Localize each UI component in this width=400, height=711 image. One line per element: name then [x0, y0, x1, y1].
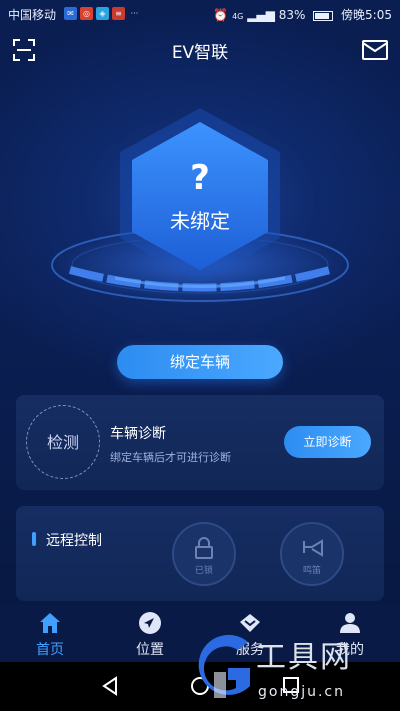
home-icon — [40, 613, 60, 633]
more-icon: ··· — [130, 9, 139, 18]
message-icon[interactable] — [362, 40, 388, 60]
tab-location[interactable]: 位置 — [100, 605, 200, 662]
lock-label: 已锁 — [194, 566, 213, 576]
signal-icon: ▂▄▆ — [247, 8, 275, 22]
unknown-icon: ? — [190, 158, 210, 198]
lock-button[interactable]: 已锁 — [172, 522, 236, 586]
map-icon: ◈ — [96, 7, 109, 20]
diagnosis-card: 检测 车辆诊断 绑定车辆后才可进行诊断 立即诊断 — [16, 395, 384, 490]
page-title: EV智联 — [171, 43, 229, 63]
horn-button[interactable]: 鸣笛 — [280, 522, 344, 586]
mail-icon: ✉ — [64, 7, 77, 20]
back-icon[interactable] — [100, 676, 120, 696]
remote-control-card: 远程控制 已锁 鸣笛 — [16, 506, 384, 601]
diagnose-now-button[interactable]: 立即诊断 — [284, 426, 371, 458]
bind-status-label: 未绑定 — [170, 209, 230, 233]
news-icon: ≡ — [112, 7, 125, 20]
lock-icon — [195, 537, 213, 559]
clock-label: 傍晚5:05 — [341, 8, 392, 22]
diagnosis-title: 车辆诊断 — [110, 426, 166, 442]
battery-label: 83% — [278, 8, 306, 22]
battery-icon — [313, 10, 334, 21]
status-bar: 中国移动 ✉ ◎ ◈ ≡ ··· ⏰ 4G ▂▄▆ 83% 傍晚5:05 — [0, 0, 400, 28]
watermark-logo — [198, 634, 250, 698]
diagnosis-ring: 检测 — [26, 405, 100, 479]
watermark-text: 工具网 — [256, 640, 352, 675]
remote-control-title: 远程控制 — [46, 533, 102, 549]
horn-icon — [303, 539, 323, 557]
tab-home[interactable]: 首页 — [0, 605, 100, 662]
tab-home-label: 首页 — [36, 642, 64, 658]
bind-vehicle-button[interactable]: 绑定车辆 — [117, 345, 283, 379]
horn-label: 鸣笛 — [302, 566, 321, 576]
alarm-icon: ⏰ — [213, 8, 229, 22]
location-icon — [139, 612, 161, 634]
watermark-url: gongju.cn — [258, 684, 345, 700]
diagnosis-subtitle: 绑定车辆后才可进行诊断 — [110, 451, 231, 464]
carrier-label: 中国移动 — [8, 8, 57, 22]
network-label: 4G — [232, 12, 244, 21]
tab-location-label: 位置 — [136, 642, 164, 658]
watermark: 工具网 gongju.cn — [190, 628, 400, 711]
section-marker — [32, 532, 36, 546]
ring-icon: ◎ — [80, 7, 93, 20]
status-right: ⏰ 4G ▂▄▆ 83% 傍晚5:05 — [213, 6, 392, 23]
